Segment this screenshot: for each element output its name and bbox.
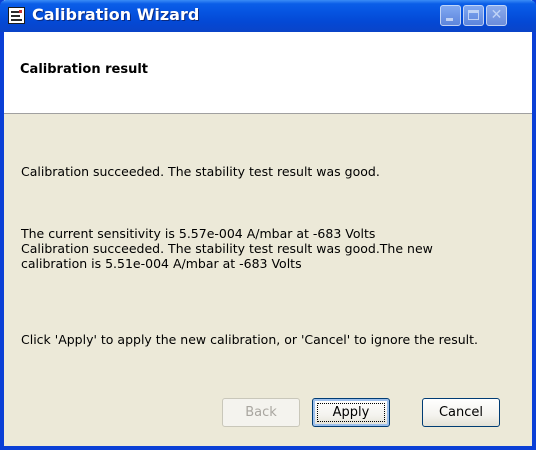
app-icon [8,7,25,24]
result-summary-text: Calibration succeeded. The stability tes… [21,164,380,179]
close-icon: ✕ [490,7,503,23]
apply-button[interactable]: Apply [312,398,390,427]
back-button[interactable]: Back [222,398,300,427]
page-title: Calibration result [20,62,148,77]
cancel-button[interactable]: Cancel [422,398,500,427]
calibration-wizard-window: Calibration Wizard ✕ Calibration result … [0,0,536,450]
current-sensitivity-text: The current sensitivity is 5.57e-004 A/m… [21,226,376,241]
focus-rectangle [317,403,385,422]
minimize-button[interactable] [440,5,461,26]
window-title: Calibration Wizard [32,5,200,24]
instruction-text: Click 'Apply' to apply the new calibrati… [21,332,478,347]
close-button[interactable]: ✕ [486,5,507,26]
minimize-icon [446,18,453,21]
maximize-button[interactable] [463,5,484,26]
maximize-icon [468,10,479,20]
title-bar[interactable]: Calibration Wizard ✕ [0,0,536,32]
wizard-header-panel: Calibration result [4,32,532,114]
new-calibration-text-line2: calibration is 5.51e-004 A/mbar at -683 … [21,256,302,271]
new-calibration-text-line1: Calibration succeeded. The stability tes… [21,241,433,256]
